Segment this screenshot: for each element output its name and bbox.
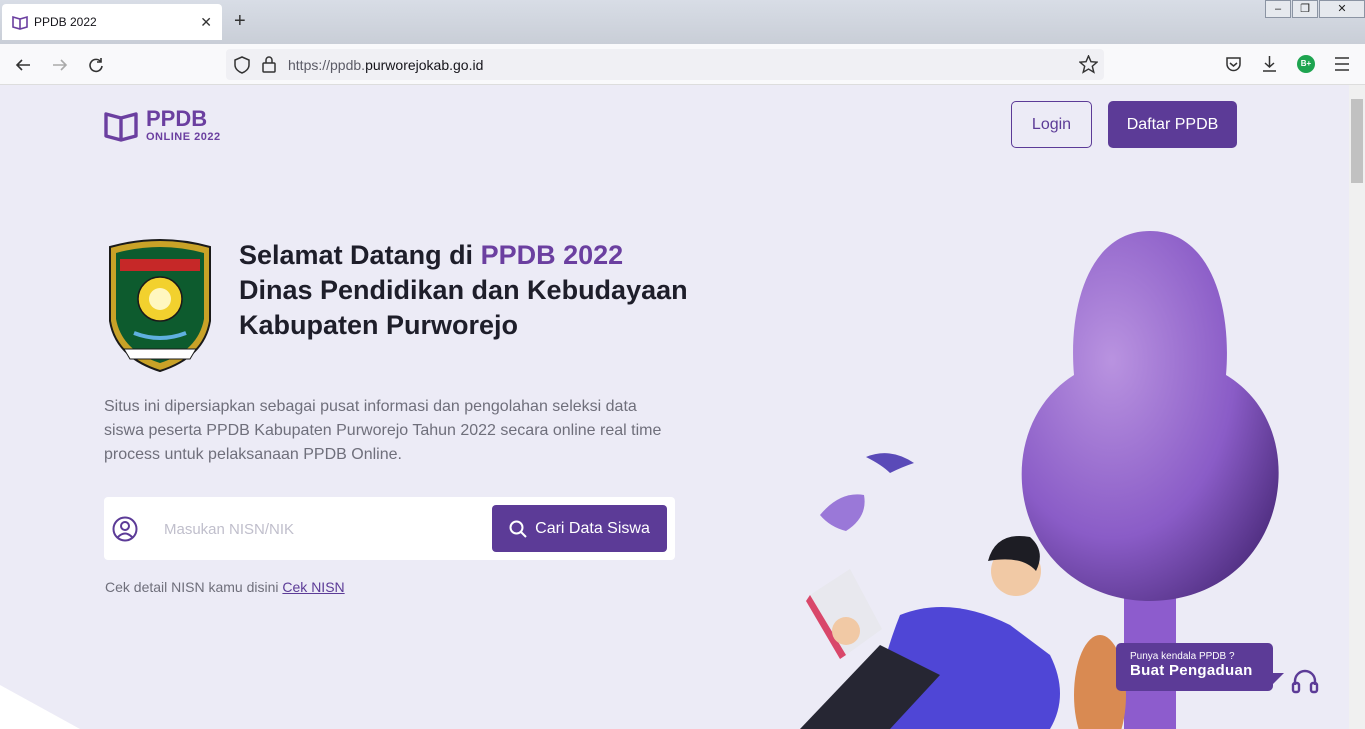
complaint-action: Buat Pengaduan (1130, 662, 1253, 679)
search-box: Cari Data Siswa (104, 497, 675, 560)
user-circle-icon (112, 516, 138, 542)
site-logo[interactable]: PPDB ONLINE 2022 (104, 107, 221, 143)
restore-button[interactable]: ❐ (1292, 0, 1318, 18)
nisn-hint-text: Cek detail NISN kamu disini (105, 579, 283, 595)
hero-title-highlight: PPDB 2022 (480, 240, 624, 270)
register-button[interactable]: Daftar PPDB (1108, 101, 1237, 148)
nisn-search-input[interactable] (164, 515, 484, 543)
lock-icon[interactable] (262, 56, 276, 73)
url-text[interactable]: https://ppdb.purworejokab.go.id (288, 57, 483, 73)
logo-subtitle: ONLINE 2022 (146, 131, 221, 143)
pocket-icon[interactable] (1225, 56, 1242, 73)
browser-tab[interactable]: PPDB 2022 ✕ (2, 4, 222, 40)
forward-button[interactable] (47, 52, 73, 78)
reload-button[interactable] (83, 52, 109, 78)
arrow-left-icon (15, 59, 30, 71)
purworejo-emblem-icon (109, 239, 211, 373)
window-controls: – ❐ ✕ (1264, 0, 1365, 18)
new-tab-button[interactable]: + (234, 10, 246, 33)
minimize-button[interactable]: – (1265, 0, 1291, 18)
reload-icon (89, 58, 103, 73)
tab-title: PPDB 2022 (34, 15, 97, 29)
close-window-button[interactable]: ✕ (1319, 0, 1365, 18)
close-tab-icon[interactable]: ✕ (200, 14, 212, 31)
hero-title-rest: Dinas Pendidikan dan Kebudayaan Kabupate… (239, 275, 688, 340)
arrow-right-icon (53, 59, 68, 71)
browser-navbar: https://ppdb.purworejokab.go.id B+ (0, 44, 1365, 85)
star-icon[interactable] (1079, 55, 1098, 74)
nisn-hint: Cek detail NISN kamu disini Cek NISN (105, 579, 345, 595)
cek-nisn-link[interactable]: Cek NISN (282, 579, 344, 595)
login-button[interactable]: Login (1011, 101, 1092, 148)
extension-badge-icon[interactable]: B+ (1297, 55, 1315, 73)
book-logo-icon (104, 112, 138, 142)
shield-icon[interactable] (234, 56, 250, 74)
url-bar[interactable]: https://ppdb.purworejokab.go.id (226, 49, 1104, 80)
headset-icon[interactable] (1291, 669, 1319, 695)
hero-description: Situs ini dipersiapkan sebagai pusat inf… (104, 398, 662, 463)
back-button[interactable] (10, 52, 36, 78)
search-icon (509, 520, 527, 538)
complaint-question: Punya kendala PPDB ? (1130, 651, 1235, 662)
page-scrollbar[interactable] (1349, 85, 1365, 729)
hero-title: Selamat Datang di PPDB 2022 Dinas Pendid… (239, 238, 699, 343)
search-button-label: Cari Data Siswa (535, 519, 650, 537)
browser-titlebar: PPDB 2022 ✕ + – ❐ ✕ (0, 0, 1365, 44)
download-icon[interactable] (1261, 55, 1278, 73)
search-student-button[interactable]: Cari Data Siswa (492, 505, 667, 552)
complaint-bubble-tail (1268, 673, 1284, 689)
decorative-corner (0, 685, 80, 729)
book-icon (12, 15, 28, 30)
url-domain: purworejokab.go.id (365, 57, 484, 73)
logo-title: PPDB (146, 106, 208, 131)
url-prefix: https://ppdb. (288, 57, 366, 73)
scrollbar-thumb[interactable] (1351, 99, 1363, 183)
complaint-button[interactable]: Punya kendala PPDB ? Buat Pengaduan (1116, 643, 1273, 691)
menu-icon[interactable] (1334, 57, 1350, 71)
page-content: PPDB ONLINE 2022 Login Daftar PPDB Selam… (0, 85, 1349, 729)
hero-title-prefix: Selamat Datang di (239, 240, 481, 270)
